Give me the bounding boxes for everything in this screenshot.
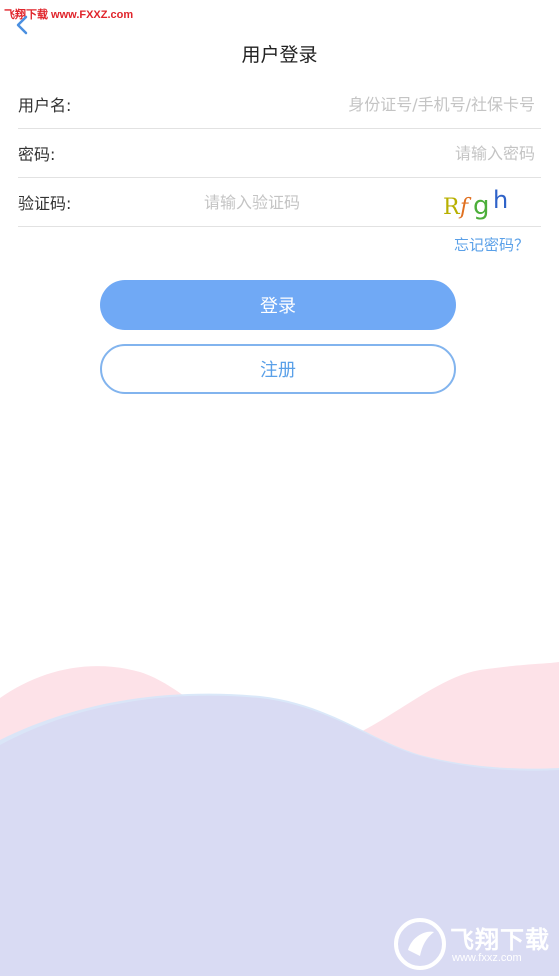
logo-url: www.fxxz.com <box>452 952 522 964</box>
captcha-input[interactable] <box>204 190 394 214</box>
captcha-row: 验证码: R f g h <box>18 178 541 227</box>
register-button[interactable]: 注册 <box>100 344 456 394</box>
captcha-label: 验证码: <box>18 194 72 213</box>
logo-text: 飞翔下载 <box>450 926 550 954</box>
password-input[interactable] <box>235 141 535 165</box>
svg-text:g: g <box>473 191 490 220</box>
login-button[interactable]: 登录 <box>100 280 456 330</box>
password-row: 密码: <box>18 129 541 178</box>
chevron-left-icon <box>16 15 28 35</box>
login-form: 用户名: 密码: 验证码: R f g h <box>18 80 541 227</box>
page-title: 用户登录 <box>241 44 318 66</box>
username-label: 用户名: <box>18 96 72 115</box>
username-input[interactable] <box>235 92 535 116</box>
forgot-password-link[interactable]: 忘记密码？ <box>454 234 529 255</box>
password-label: 密码: <box>18 145 56 164</box>
username-row: 用户名: <box>18 80 541 129</box>
svg-text:h: h <box>493 186 508 214</box>
captcha-image[interactable]: R f g h <box>439 186 519 220</box>
logo-icon <box>394 918 446 970</box>
back-button[interactable] <box>12 12 36 40</box>
svg-text:R: R <box>443 195 461 220</box>
site-logo-watermark: 飞翔下载 www.fxxz.com <box>390 912 559 976</box>
svg-text:f: f <box>458 195 472 220</box>
